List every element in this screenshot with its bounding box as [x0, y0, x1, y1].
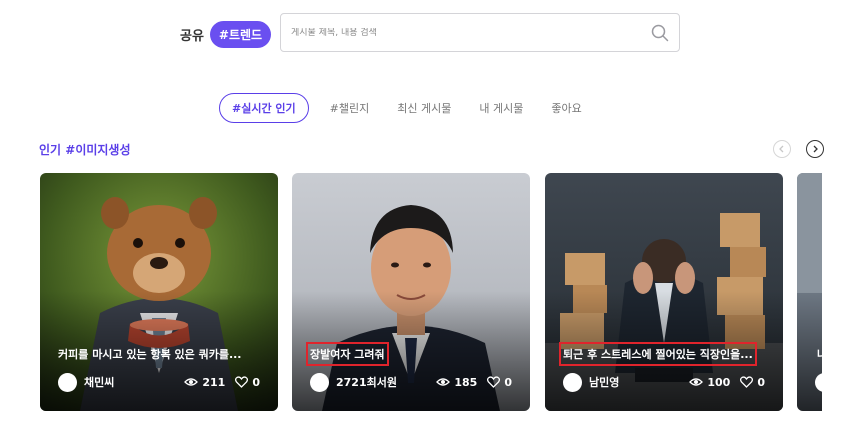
brand: 공유 #트렌드 — [180, 21, 272, 48]
card-footer: 채민씨 211 0 — [58, 372, 260, 392]
avatar — [563, 372, 582, 392]
card-footer: 2721최서원 185 0 — [310, 372, 512, 392]
card-footer: 남민영 100 0 — [563, 372, 765, 392]
card-carousel: 커피를 마시고 있는 항복 있은 쿼카를... 채민씨 211 0 장발여자 그… — [40, 173, 822, 411]
post-card[interactable]: 커피를 마시고 있는 항복 있은 쿼카를... 채민씨 211 0 — [40, 173, 278, 411]
post-card[interactable]: 퇴근 후 스트레스에 찔어있는 직장인을... 남민영 100 0 — [545, 173, 783, 411]
avatar — [58, 372, 77, 392]
like-count: 0 — [740, 376, 765, 389]
heart-icon — [487, 376, 501, 388]
view-count-value: 185 — [454, 375, 478, 389]
view-count: 100 — [689, 376, 730, 389]
page: 공유 #트렌드 #실시간 인기 #챌린지 최신 게시물 내 게시물 좋아요 인기… — [0, 0, 850, 433]
tab-likes[interactable]: 좋아요 — [540, 94, 592, 122]
card-title: 나 — [817, 346, 822, 362]
like-count: 0 — [235, 376, 260, 389]
post-card[interactable]: 장발여자 그려줘 2721최서원 185 0 — [292, 173, 530, 411]
carousel-next-button[interactable] — [806, 140, 824, 158]
view-count-value: 100 — [707, 375, 731, 389]
heart-icon — [740, 376, 754, 388]
view-count-value: 211 — [202, 375, 226, 389]
carousel-prev-button[interactable] — [773, 140, 791, 158]
avatar — [815, 372, 822, 392]
view-count: 185 — [436, 376, 477, 389]
chevron-left-icon — [779, 145, 784, 153]
search-icon[interactable] — [651, 24, 669, 42]
tab-realtime-popular[interactable]: #실시간 인기 — [219, 93, 309, 123]
card-title: 커피를 마시고 있는 항복 있은 쿼카를... — [58, 348, 242, 361]
search-bar — [280, 13, 680, 52]
eye-icon — [436, 378, 451, 386]
section-title: 인기 #이미지생성 — [39, 143, 131, 157]
like-count-value: 0 — [504, 375, 512, 389]
post-card[interactable]: 나 — [797, 173, 822, 411]
card-title: 퇴근 후 스트레스에 찔어있는 직장인을... — [559, 342, 757, 366]
search-input[interactable] — [291, 27, 651, 38]
chevron-right-icon — [813, 145, 818, 153]
card-author: 채민씨 — [84, 376, 115, 389]
like-count: 0 — [487, 376, 512, 389]
like-count-value: 0 — [757, 375, 765, 389]
view-count: 211 — [184, 376, 225, 389]
share-label: 공유 — [180, 29, 204, 44]
eye-icon — [184, 378, 199, 386]
tab-my-posts[interactable]: 내 게시물 — [468, 94, 534, 122]
tab-bar: #실시간 인기 #챌린지 최신 게시물 내 게시물 좋아요 — [219, 93, 599, 123]
card-author: 2721최서원 — [336, 376, 397, 389]
avatar — [310, 372, 329, 392]
card-author: 남민영 — [589, 376, 620, 389]
eye-icon — [689, 378, 704, 386]
tab-challenge[interactable]: #챌린지 — [319, 94, 381, 122]
card-footer — [815, 372, 822, 392]
like-count-value: 0 — [252, 375, 260, 389]
heart-icon — [235, 376, 249, 388]
card-title: 장발여자 그려줘 — [306, 342, 389, 366]
tab-latest-posts[interactable]: 최신 게시물 — [386, 94, 462, 122]
trend-pill[interactable]: #트렌드 — [209, 21, 272, 48]
